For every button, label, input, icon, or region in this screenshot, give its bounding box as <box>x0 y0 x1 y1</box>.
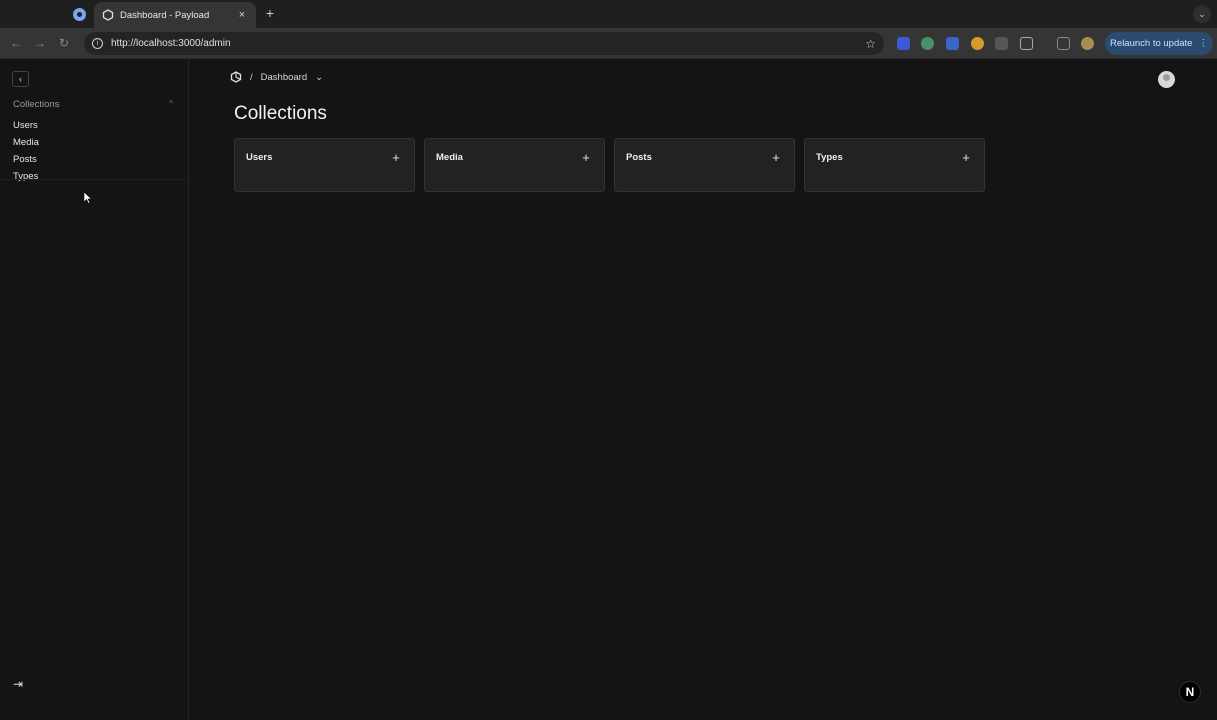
chevron-up-icon: ^ <box>169 99 173 108</box>
divider <box>0 179 188 180</box>
collection-cards: Users + Media + Posts + Types + <box>234 138 985 192</box>
media-controls-icon[interactable] <box>1057 37 1070 50</box>
extension-badge-icon[interactable] <box>946 37 959 50</box>
sidebar-item-types[interactable]: Types <box>13 168 39 185</box>
pinned-tab[interactable] <box>66 4 92 24</box>
close-icon[interactable]: × <box>236 9 248 21</box>
card-label: Posts <box>626 152 652 163</box>
collection-card-media[interactable]: Media + <box>424 138 605 192</box>
sidebar-item-posts[interactable]: Posts <box>13 151 39 168</box>
menu-dots-icon[interactable]: ⋮ <box>1198 38 1208 49</box>
logout-icon[interactable]: ⇥ <box>13 677 27 691</box>
card-label: Types <box>816 152 843 163</box>
nextjs-dev-indicator[interactable]: N <box>1179 681 1201 703</box>
breadcrumb: / Dashboard ⌄ <box>230 71 323 83</box>
page-title: Collections <box>234 103 327 124</box>
breadcrumb-separator: / <box>250 71 253 83</box>
collection-card-types[interactable]: Types + <box>804 138 985 192</box>
address-bar[interactable]: i http://localhost:3000/admin ☆ <box>84 32 884 55</box>
site-info-icon[interactable]: i <box>92 38 103 49</box>
relaunch-button[interactable]: Relaunch to update ⋮ <box>1105 32 1213 55</box>
extension-shield-icon[interactable] <box>897 37 910 50</box>
new-tab-button[interactable]: + <box>262 5 278 21</box>
payload-logo-icon <box>102 9 114 21</box>
extensions-puzzle-icon[interactable] <box>1020 37 1033 50</box>
avatar[interactable] <box>1158 71 1175 88</box>
card-label: Users <box>246 152 273 163</box>
sidebar: ‹ Collections ^ Users Media Posts Types … <box>0 59 189 720</box>
breadcrumb-dashboard[interactable]: Dashboard <box>261 72 307 83</box>
add-icon[interactable]: + <box>769 151 783 165</box>
tab-title: Dashboard - Payload <box>120 9 210 21</box>
add-icon[interactable]: + <box>959 151 973 165</box>
bookmark-star-icon[interactable]: ☆ <box>865 37 876 51</box>
active-tab[interactable]: Dashboard - Payload × <box>94 2 256 28</box>
extension-circle-icon[interactable] <box>921 37 934 50</box>
reload-button[interactable]: ↻ <box>56 35 72 51</box>
add-icon[interactable]: + <box>389 151 403 165</box>
url-text[interactable]: http://localhost:3000/admin <box>111 38 857 49</box>
card-label: Media <box>436 152 463 163</box>
group-label: Collections <box>13 99 60 110</box>
back-button[interactable]: ← <box>8 35 24 51</box>
browser-toolbar: ← → ↻ i http://localhost:3000/admin ☆ Re… <box>0 28 1217 59</box>
add-icon[interactable]: + <box>579 151 593 165</box>
extension-color-icon[interactable] <box>971 37 984 50</box>
mouse-cursor-icon <box>84 192 92 204</box>
payload-admin: ‹ Collections ^ Users Media Posts Types … <box>0 59 1217 720</box>
collection-card-posts[interactable]: Posts + <box>614 138 795 192</box>
browser-tab-bar: Dashboard - Payload × + ⌄ <box>0 0 1217 28</box>
chevron-down-icon[interactable]: ⌄ <box>315 72 323 83</box>
extension-gray-icon[interactable] <box>995 37 1008 50</box>
settings-icon <box>72 7 86 21</box>
sidebar-item-media[interactable]: Media <box>13 134 39 151</box>
collapse-sidebar-button[interactable]: ‹ <box>12 71 29 87</box>
tab-search-button[interactable]: ⌄ <box>1193 5 1211 23</box>
forward-button[interactable]: → <box>32 35 48 51</box>
profile-icon[interactable] <box>1081 37 1094 50</box>
payload-logo-icon[interactable] <box>230 71 242 83</box>
sidebar-item-users[interactable]: Users <box>13 117 39 134</box>
relaunch-label: Relaunch to update <box>1110 38 1193 49</box>
collections-nav-list: Users Media Posts Types <box>13 117 39 185</box>
collections-group-header[interactable]: Collections ^ <box>13 99 173 113</box>
collection-card-users[interactable]: Users + <box>234 138 415 192</box>
